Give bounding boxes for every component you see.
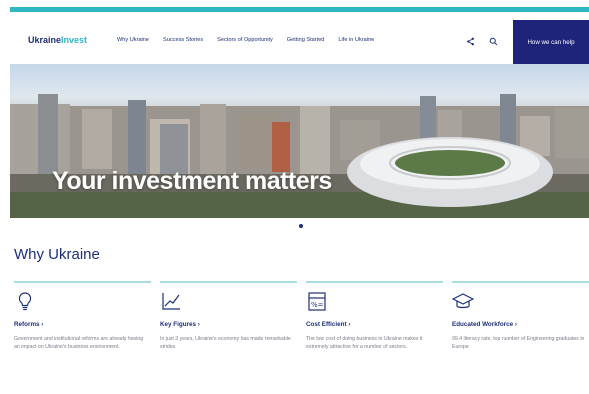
calculator-icon: %=: [306, 290, 328, 312]
svg-text:%=: %=: [311, 301, 324, 309]
nav-sectors[interactable]: Sectors of Opportunity: [217, 37, 273, 43]
card-divider: [14, 281, 151, 283]
search-icon[interactable]: [486, 34, 500, 48]
card-reforms: Reforms › Government and institutional r…: [14, 281, 151, 350]
card-reforms-title[interactable]: Reforms ›: [14, 321, 43, 328]
nav-why-ukraine[interactable]: Why Ukraine: [117, 37, 149, 43]
card-key-figures-desc: In just 3 years, Ukraine's economy has m…: [160, 336, 291, 350]
main-nav: Why Ukraine Success Stories Sectors of O…: [117, 37, 374, 43]
nav-getting-started[interactable]: Getting Started: [287, 37, 325, 43]
card-cost-efficient-desc: The low cost of doing business in Ukrain…: [306, 336, 423, 350]
card-divider: [452, 281, 589, 283]
chart-icon: [160, 290, 182, 312]
hero-banner: Your investment matters: [10, 64, 589, 218]
lightbulb-icon: [14, 290, 36, 312]
card-educated-workforce-desc: 99.4 literacy rate, top number of Engine…: [452, 336, 585, 350]
carousel-dot[interactable]: [299, 224, 303, 228]
card-key-figures-title[interactable]: Key Figures ›: [160, 321, 200, 328]
logo-main: Ukraine: [28, 35, 62, 45]
logo[interactable]: UkraineInvest: [28, 35, 87, 45]
card-cost-efficient: %= Cost Efficient › The low cost of doin…: [306, 281, 443, 350]
share-icon[interactable]: [463, 34, 477, 48]
site-header: UkraineInvest Why Ukraine Success Storie…: [10, 20, 589, 64]
logo-accent: Invest: [61, 35, 88, 45]
how-we-can-help-button[interactable]: How we can help: [513, 20, 589, 64]
card-divider: [160, 281, 297, 283]
card-educated-workforce: Educated Workforce › 99.4 literacy rate,…: [451, 281, 589, 350]
nav-success-stories[interactable]: Success Stories: [163, 37, 203, 43]
graduation-cap-icon: [451, 290, 475, 312]
card-divider: [306, 281, 443, 283]
card-reforms-desc: Government and institutional reforms are…: [14, 336, 144, 350]
top-accent-bar: [10, 7, 589, 12]
nav-life-in-ukraine[interactable]: Life in Ukraine: [338, 37, 374, 43]
hero-title: Your investment matters: [52, 167, 332, 195]
card-educated-workforce-title[interactable]: Educated Workforce ›: [452, 321, 517, 328]
card-cost-efficient-title[interactable]: Cost Efficient ›: [306, 321, 350, 328]
card-key-figures: Key Figures › In just 3 years, Ukraine's…: [160, 281, 297, 350]
why-ukraine-title: Why Ukraine: [14, 246, 100, 263]
